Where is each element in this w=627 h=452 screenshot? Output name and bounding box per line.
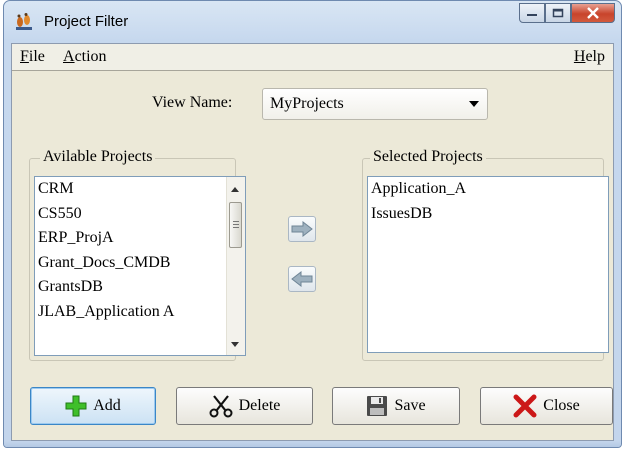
save-button-label: Save <box>394 397 426 414</box>
scroll-down-arrow-icon[interactable] <box>231 342 239 347</box>
dropdown-arrow-icon <box>469 101 479 107</box>
selected-project-item[interactable]: Application_A <box>368 177 608 202</box>
minimize-button[interactable] <box>519 3 545 23</box>
arrow-right-icon <box>291 221 313 237</box>
add-button-label: Add <box>93 397 121 414</box>
arrow-left-icon <box>291 271 313 287</box>
footprints-app-icon <box>16 13 32 30</box>
menu-help-label: elp <box>585 48 605 65</box>
menu-file[interactable]: File <box>20 48 45 66</box>
red-x-icon <box>513 394 537 418</box>
menu-bar: File Action Help <box>12 44 613 71</box>
delete-button-label: Delete <box>238 397 281 414</box>
view-name-label: View Name: <box>152 94 233 111</box>
selected-projects-label: Selected Projects <box>370 148 486 166</box>
grip-line <box>233 221 239 222</box>
view-name-dropdown[interactable]: MyProjects <box>262 88 488 120</box>
grip-line <box>233 224 239 225</box>
floppy-disk-icon <box>367 396 388 416</box>
menu-help-accel: H <box>573 48 586 65</box>
add-button[interactable]: Add <box>30 387 156 425</box>
dialog-client-area: File Action Help View Name: MyProjects A… <box>11 43 614 441</box>
close-button[interactable]: Close <box>480 387 613 425</box>
menu-file-accel: F <box>20 48 29 65</box>
window-title: Project Filter <box>44 13 129 30</box>
window-bottom-border <box>4 441 621 447</box>
available-projects-label: Avilable Projects <box>40 148 156 166</box>
available-list-scrollbar[interactable] <box>226 177 245 355</box>
maximize-button[interactable] <box>545 3 571 23</box>
selected-project-item[interactable]: IssuesDB <box>368 202 608 227</box>
delete-button[interactable]: Delete <box>176 387 313 425</box>
menu-action-label: ction <box>74 48 107 65</box>
close-button-label: Close <box>543 397 580 414</box>
available-projects-list[interactable]: CRM CS550 ERP_ProjA Grant_Docs_CMDB Gran… <box>34 176 246 356</box>
window-controls <box>519 3 615 25</box>
available-project-item[interactable]: Grant_Docs_CMDB <box>35 251 245 276</box>
close-icon <box>587 7 599 19</box>
title-bar[interactable]: Project Filter <box>4 1 621 43</box>
menu-action-accel: A <box>63 48 75 65</box>
menu-action[interactable]: Action <box>63 48 107 66</box>
close-window-button[interactable] <box>571 3 615 23</box>
scissors-icon <box>209 395 233 418</box>
scroll-up-arrow-icon[interactable] <box>231 187 239 192</box>
grip-line <box>233 227 239 228</box>
selected-projects-list[interactable]: Application_A IssuesDB <box>367 176 609 353</box>
scrollbar-thumb[interactable] <box>229 202 242 248</box>
menu-help[interactable]: Help <box>574 48 605 66</box>
move-right-button[interactable] <box>288 216 316 242</box>
move-left-button[interactable] <box>288 266 316 292</box>
project-filter-window: Project Filter File Action Help View Nam… <box>3 0 622 448</box>
view-name-value: MyProjects <box>270 95 344 112</box>
minimize-icon <box>527 14 537 16</box>
available-project-item[interactable]: JLAB_Application A <box>35 300 245 325</box>
available-project-item[interactable]: CS550 <box>35 202 245 227</box>
menu-file-label: ile <box>28 48 45 65</box>
available-project-item[interactable]: CRM <box>35 177 245 202</box>
green-plus-icon <box>65 395 87 417</box>
available-project-item[interactable]: ERP_ProjA <box>35 226 245 251</box>
maximize-icon <box>552 8 564 18</box>
save-button[interactable]: Save <box>332 387 460 425</box>
available-project-item[interactable]: GrantsDB <box>35 275 245 300</box>
